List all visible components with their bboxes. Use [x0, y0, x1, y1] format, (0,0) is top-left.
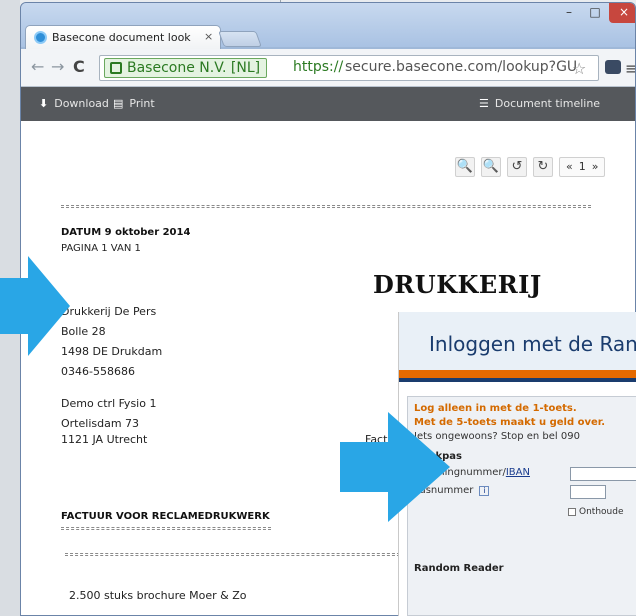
rotate-left-icon[interactable]: ↺: [507, 157, 527, 177]
login-navy-stripe: [399, 378, 636, 382]
doc-date: DATUM 9 oktober 2014: [61, 227, 191, 238]
page-prev-button[interactable]: «: [566, 160, 573, 173]
tab-title: Basecone document look: [52, 31, 191, 44]
extension-icon[interactable]: [605, 60, 621, 74]
print-icon: ▤: [113, 97, 124, 110]
center-arrow-icon: [340, 412, 450, 522]
doc-sender-line: 1498 DE Drukdam: [61, 345, 163, 358]
bookmark-star-icon[interactable]: ☆: [572, 59, 586, 78]
doc-recipient-line: Ortelisdam 73: [61, 417, 140, 430]
reload-icon[interactable]: C: [73, 57, 85, 76]
url-scheme: https://: [293, 59, 344, 75]
pasnummer-input[interactable]: [570, 485, 606, 499]
doc-sender-line: Drukkerij De Pers: [61, 305, 157, 318]
url-path: secure.basecone.com/lookup?GU: [345, 59, 578, 75]
login-title: Inloggen met de Rando: [429, 332, 636, 356]
download-button[interactable]: ⬇ Download: [39, 97, 109, 110]
menu-icon[interactable]: ≡: [625, 59, 635, 78]
basecone-favicon-icon: [34, 31, 47, 44]
close-window-button[interactable]: ×: [609, 3, 635, 23]
login-orange-stripe: [399, 370, 636, 378]
zoom-out-icon[interactable]: 🔍: [455, 157, 475, 177]
screenshot-stage: Basecone document look × – □ × ← → C Bas…: [0, 0, 636, 616]
forward-arrow-icon[interactable]: →: [51, 57, 64, 76]
new-tab-button[interactable]: [218, 31, 262, 47]
timeline-label: Document timeline: [494, 97, 601, 110]
download-icon: ⬇: [39, 97, 49, 110]
lock-icon: [110, 62, 122, 74]
login-header: Inloggen met de Rando: [399, 312, 636, 370]
doc-recipient-line: 1121 JA Utrecht: [61, 433, 148, 446]
doc-page: PAGINA 1 VAN 1: [61, 243, 141, 254]
iban-link[interactable]: IBAN: [506, 467, 530, 478]
document-timeline-button[interactable]: ☰ Document timeline: [479, 97, 600, 110]
tab-close-icon[interactable]: ×: [204, 30, 213, 43]
page-number: 1: [578, 160, 586, 173]
download-label: Download: [54, 97, 109, 110]
rotate-right-icon[interactable]: ↻: [533, 157, 553, 177]
viewer-tools: 🔍 🔍 ↺ ↻ « 1 »: [455, 155, 606, 177]
minimize-button[interactable]: –: [557, 3, 581, 23]
doc-title: DRUKKERIJ: [373, 270, 542, 299]
page-next-button[interactable]: »: [592, 160, 599, 173]
page-pager: « 1 »: [559, 157, 606, 177]
title-bar: Basecone document look × – □ ×: [21, 3, 635, 49]
doc-recipient-line: Demo ctrl Fysio 1: [61, 397, 157, 410]
timeline-icon: ☰: [479, 97, 489, 110]
ev-org-label: Basecone N.V. [NL]: [127, 60, 261, 76]
ev-certificate-badge[interactable]: Basecone N.V. [NL]: [104, 58, 268, 78]
checkbox-box[interactable]: [568, 507, 576, 516]
info-icon[interactable]: i: [479, 486, 490, 496]
print-label: Print: [129, 97, 155, 110]
doc-item-line: 2.500 stuks brochure Moer & Zo: [69, 589, 247, 602]
section-underline: [61, 527, 271, 530]
viewer-toolbar: ⬇ Download ▤ Print ☰ Document timeline: [21, 87, 635, 121]
doc-section-title: FACTUUR VOOR RECLAMEDRUKWERK: [61, 511, 270, 522]
doc-sender-line: 0346-558686: [61, 365, 135, 378]
browser-toolbar: ← → C Basecone N.V. [NL] https:// secure…: [21, 49, 635, 87]
rekeningnummer-input[interactable]: [570, 467, 636, 481]
browser-tab[interactable]: Basecone document look ×: [25, 25, 221, 49]
maximize-button[interactable]: □: [583, 3, 607, 23]
remember-label: Onthoude: [579, 507, 624, 517]
print-button[interactable]: ▤ Print: [113, 97, 155, 110]
remember-checkbox[interactable]: Onthoude: [568, 507, 623, 517]
back-arrow-icon[interactable]: ←: [31, 57, 44, 76]
left-arrow-icon: [0, 256, 70, 356]
address-bar[interactable]: Basecone N.V. [NL] https:// secure.basec…: [99, 55, 599, 81]
document-rule: [61, 205, 591, 208]
random-reader-heading: Random Reader: [414, 563, 504, 574]
zoom-in-icon[interactable]: 🔍: [481, 157, 501, 177]
document-rule: [65, 553, 405, 556]
